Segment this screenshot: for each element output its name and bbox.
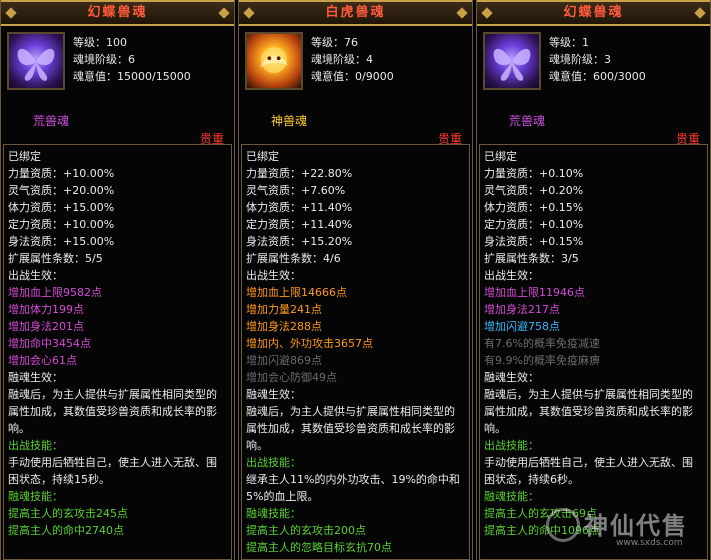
fuse-skill-label: 融魂技能： — [8, 490, 63, 503]
panel-title: 白虎兽魂 — [325, 5, 386, 20]
attr-line: 灵气资质：+7.60% — [246, 184, 346, 197]
fuse-description: 融魂后，为主人提供与扩展属性相同类型的属性加成，其数值受珍兽资质和成长率的影响。 — [8, 388, 217, 435]
attr-line: 身法资质：+0.15% — [484, 235, 584, 248]
fuse-skill: 提高主人的玄攻击69点 — [484, 507, 597, 520]
battle-effect: 增加闪避758点 — [484, 320, 560, 333]
butterfly-soul-icon[interactable] — [7, 32, 65, 90]
battle-effect: 增加力量241点 — [246, 303, 322, 316]
soul-panel-middle: 白虎兽魂 等级：76 魂境阶级：4 魂意值：0/9000 神兽魂 贵重 已绑定 … — [238, 0, 473, 560]
battle-effect: 增加身法201点 — [8, 320, 84, 333]
battle-effect: 增加会心防御49点 — [246, 371, 337, 384]
attr-line: 力量资质：+10.00% — [8, 167, 115, 180]
soul-realm: 魂境阶级：6 — [73, 53, 135, 66]
attr-line: 定力资质：+10.00% — [8, 218, 115, 231]
soul-stats: 等级：76 魂境阶级：4 魂意值：0/9000 — [311, 34, 394, 85]
soul-will: 魂意值：0/9000 — [311, 70, 394, 83]
attr-line: 灵气资质：+20.00% — [8, 184, 115, 197]
fuse-skill: 提高主人的忽略目标玄抗70点 — [246, 541, 392, 554]
battle-skill-description: 继承主人11%的内外功攻击、19%的命中和5%的血上限。 — [246, 473, 460, 503]
battle-effect: 增加身法217点 — [484, 303, 560, 316]
battle-skill-description: 手动使用后牺牲自己，使主人进入无敌、围困状态，持续15秒。 — [8, 456, 217, 486]
battle-skill-label: 出战技能： — [246, 456, 301, 469]
soul-stats: 等级：100 魂境阶级：6 魂意值：15000/15000 — [73, 34, 191, 85]
battle-skill-description: 手动使用后牺牲自己，使主人进入无敌、围困状态，持续6秒。 — [484, 456, 693, 486]
fuse-skill-label: 融魂技能： — [246, 507, 301, 520]
battle-effect-label: 出战生效： — [484, 269, 539, 282]
battle-effect-label: 出战生效： — [8, 269, 63, 282]
fuse-effect-label: 融魂生效： — [246, 388, 301, 401]
battle-effect: 有7.6%的概率免疫减速 — [484, 337, 600, 350]
battle-effect: 增加闪避869点 — [246, 354, 322, 367]
soul-rarity-row: 荒兽魂 贵重 — [1, 106, 234, 146]
butterfly-soul-icon[interactable] — [483, 32, 541, 90]
attr-line: 定力资质：+0.10% — [484, 218, 584, 231]
fuse-skill: 提高主人的命中1096点 — [484, 524, 600, 537]
attr-line: 灵气资质：+0.20% — [484, 184, 584, 197]
attr-line: 体力资质：+15.00% — [8, 201, 115, 214]
soul-header: 等级：76 魂境阶级：4 魂意值：0/9000 — [239, 26, 472, 106]
battle-effect: 增加血上限14666点 — [246, 286, 347, 299]
panel-title: 幻蝶兽魂 — [87, 5, 148, 20]
tiger-soul-icon[interactable] — [245, 32, 303, 90]
attr-line: 力量资质：+0.10% — [484, 167, 584, 180]
attr-line: 身法资质：+15.00% — [8, 235, 115, 248]
fuse-description: 融魂后，为主人提供与扩展属性相同类型的属性加成，其数值受珍兽资质和成长率的影响。 — [246, 405, 455, 452]
soul-panel-left: 幻蝶兽魂 等级：100 魂境阶级：6 魂意值：15000/15000 荒兽魂 贵… — [0, 0, 235, 560]
attr-line: 力量资质：+22.80% — [246, 167, 353, 180]
fuse-skill: 提高主人的玄攻击245点 — [8, 507, 128, 520]
bound-status: 已绑定 — [8, 150, 41, 163]
panel-title-bar: 幻蝶兽魂 — [477, 0, 710, 26]
battle-effect: 增加命中3454点 — [8, 337, 91, 350]
soul-realm: 魂境阶级：4 — [311, 53, 373, 66]
soul-details: 已绑定 力量资质：+0.10% 灵气资质：+0.20% 体力资质：+0.15% … — [479, 144, 708, 560]
bound-status: 已绑定 — [484, 150, 517, 163]
fuse-effect-label: 融魂生效： — [484, 371, 539, 384]
expand-count: 扩展属性条数：5/5 — [8, 252, 103, 265]
battle-effect: 增加体力199点 — [8, 303, 84, 316]
soul-header: 等级：100 魂境阶级：6 魂意值：15000/15000 — [1, 26, 234, 106]
battle-skill-label: 出战技能： — [8, 439, 63, 452]
battle-effect: 增加会心61点 — [8, 354, 77, 367]
panel-title: 幻蝶兽魂 — [563, 5, 624, 20]
panel-title-bar: 白虎兽魂 — [239, 0, 472, 26]
fuse-skill-label: 融魂技能： — [484, 490, 539, 503]
battle-effect-label: 出战生效： — [246, 269, 301, 282]
soul-stats: 等级：1 魂境阶级：3 魂意值：600/3000 — [549, 34, 646, 85]
soul-rarity: 荒兽魂 — [509, 114, 546, 128]
battle-effect: 增加血上限11946点 — [484, 286, 585, 299]
expand-count: 扩展属性条数：3/5 — [484, 252, 579, 265]
battle-skill-label: 出战技能： — [484, 439, 539, 452]
battle-effect: 增加身法288点 — [246, 320, 322, 333]
fuse-skill: 提高主人的命中2740点 — [8, 524, 124, 537]
battle-effect: 增加血上限9582点 — [8, 286, 102, 299]
attr-line: 定力资质：+11.40% — [246, 218, 353, 231]
soul-realm: 魂境阶级：3 — [549, 53, 611, 66]
soul-details: 已绑定 力量资质：+10.00% 灵气资质：+20.00% 体力资质：+15.0… — [3, 144, 232, 560]
battle-effect: 有9.9%的概率免疫麻痹 — [484, 354, 600, 367]
soul-panel-right: 幻蝶兽魂 等级：1 魂境阶级：3 魂意值：600/3000 荒兽魂 贵重 已绑定… — [476, 0, 711, 560]
soul-will: 魂意值：600/3000 — [549, 70, 646, 83]
soul-rarity: 神兽魂 — [271, 114, 308, 128]
expand-count: 扩展属性条数：4/6 — [246, 252, 341, 265]
soul-rarity-row: 荒兽魂 贵重 — [477, 106, 710, 146]
attr-line: 体力资质：+0.15% — [484, 201, 584, 214]
battle-effect: 增加内、外功攻击3657点 — [246, 337, 373, 350]
soul-level: 等级：100 — [73, 36, 127, 49]
fuse-description: 融魂后，为主人提供与扩展属性相同类型的属性加成，其数值受珍兽资质和成长率的影响。 — [484, 388, 693, 435]
soul-rarity-row: 神兽魂 贵重 — [239, 106, 472, 146]
fuse-skill: 提高主人的玄攻击200点 — [246, 524, 366, 537]
soul-level: 等级：76 — [311, 36, 358, 49]
attr-line: 体力资质：+11.40% — [246, 201, 353, 214]
soul-details: 已绑定 力量资质：+22.80% 灵气资质：+7.60% 体力资质：+11.40… — [241, 144, 470, 560]
bound-status: 已绑定 — [246, 150, 279, 163]
fuse-effect-label: 融魂生效： — [8, 371, 63, 384]
soul-will: 魂意值：15000/15000 — [73, 70, 191, 83]
soul-rarity: 荒兽魂 — [33, 114, 70, 128]
soul-header: 等级：1 魂境阶级：3 魂意值：600/3000 — [477, 26, 710, 106]
soul-level: 等级：1 — [549, 36, 589, 49]
panel-title-bar: 幻蝶兽魂 — [1, 0, 234, 26]
attr-line: 身法资质：+15.20% — [246, 235, 353, 248]
